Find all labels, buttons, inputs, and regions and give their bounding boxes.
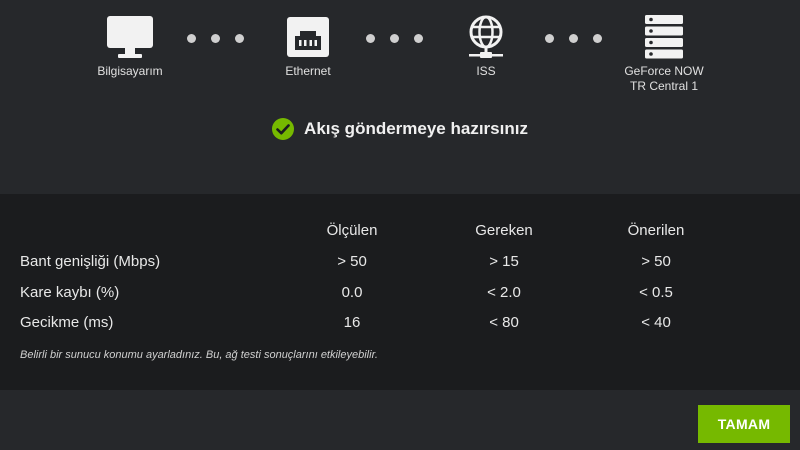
frame-loss-required: < 2.0: [487, 284, 521, 301]
node-ethernet: Ethernet: [248, 14, 368, 79]
ok-button[interactable]: TAMAM: [698, 405, 790, 443]
column-header-measured: Ölçülen: [326, 222, 378, 239]
bandwidth-recommended: > 50: [641, 253, 671, 270]
check-circle-icon: [272, 118, 295, 140]
monitor-icon: [107, 16, 153, 58]
server-location-note: Belirli bir sunucu konumu ayarladınız. B…: [20, 349, 378, 361]
node-label: Ethernet: [285, 64, 331, 78]
bandwidth-required: > 15: [489, 253, 519, 270]
node-label: ISS: [476, 64, 496, 78]
status-message: Akış göndermeye hazırsınız: [0, 118, 800, 145]
globe-network-icon: [469, 15, 503, 58]
node-label: GeForce NOW: [624, 64, 704, 78]
frame-loss-measured: 0.0: [341, 284, 363, 301]
latency-required: < 80: [489, 314, 519, 331]
frame-loss-recommended: < 0.5: [639, 284, 673, 301]
node-isp: ISS: [426, 14, 546, 79]
latency-recommended: < 40: [641, 314, 671, 331]
node-label: Bilgisayarım: [97, 64, 163, 78]
link-dots: [187, 34, 257, 44]
node-my-computer: Bilgisayarım: [70, 14, 190, 79]
server-icon: [645, 15, 683, 59]
status-text: Akış göndermeye hazırsınız: [304, 119, 528, 138]
latency-measured: 16: [343, 314, 361, 331]
node-geforce-now-server: GeForce NOW TR Central 1: [604, 14, 724, 94]
connection-chain: Bilgisayarım Ethernet ISS GeForce NOW TR…: [0, 0, 800, 110]
column-header-required: Gereken: [475, 222, 533, 239]
column-header-recommended: Önerilen: [627, 222, 685, 239]
row-label-latency: Gecikme (ms): [20, 314, 114, 331]
ethernet-icon: [287, 17, 329, 57]
bandwidth-measured: > 50: [337, 253, 367, 270]
node-label-secondary: TR Central 1: [629, 79, 699, 93]
row-label-frame-loss: Kare kaybı (%): [20, 284, 120, 301]
network-test-results: Ölçülen Gereken Önerilen Bant genişliği …: [0, 194, 800, 390]
row-label-bandwidth: Bant genişliği (Mbps): [20, 253, 161, 270]
